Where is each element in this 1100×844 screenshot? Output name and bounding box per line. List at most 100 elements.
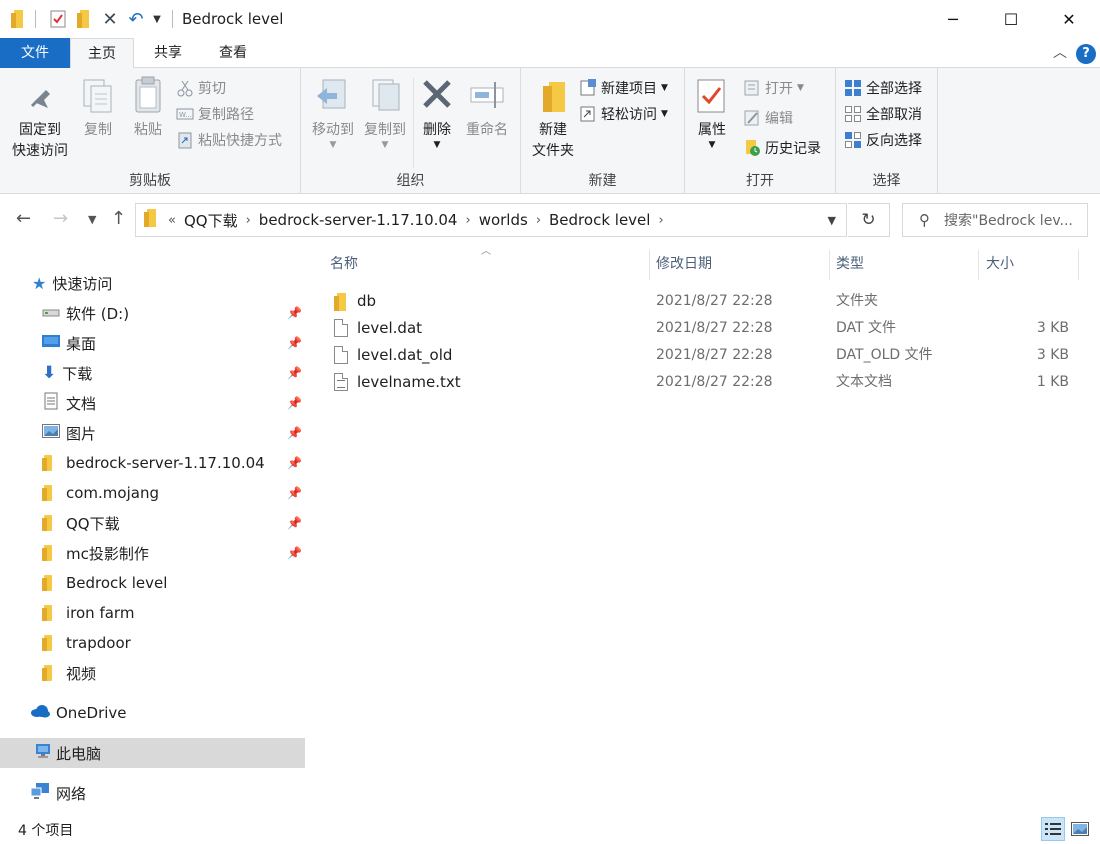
cut-button[interactable]: 剪切 <box>176 76 226 100</box>
nav-network[interactable]: 网络 <box>30 778 86 808</box>
pin-label-line2: 快速访问 <box>12 143 68 159</box>
nav-item-videos[interactable]: 视频 <box>0 658 305 688</box>
details-view-icon[interactable] <box>1041 817 1065 841</box>
nav-item-documents[interactable]: 文档 📌 <box>0 388 305 418</box>
history-button[interactable]: 历史记录 <box>743 136 821 160</box>
nav-item-com-mojang[interactable]: com.mojang 📌 <box>0 478 305 508</box>
nav-this-pc[interactable]: 此电脑 <box>0 738 305 768</box>
move-to-chevron-icon: ▼ <box>329 140 337 150</box>
open-button[interactable]: 打开 ▼ <box>743 76 804 100</box>
collapse-ribbon-chevron-icon[interactable]: ︿ <box>1053 42 1067 62</box>
move-to-icon <box>313 74 353 118</box>
pin-to-quick-access-button[interactable]: 固定到 快速访问 <box>8 74 72 162</box>
undo-quick-icon[interactable]: ↶ <box>126 8 146 30</box>
nav-item-trapdoor[interactable]: trapdoor <box>0 628 305 658</box>
nav-item-iron-farm[interactable]: iron farm <box>0 598 305 628</box>
nav-item-bedrock-server[interactable]: bedrock-server-1.17.10.04 📌 <box>0 448 305 478</box>
minimize-button[interactable]: ─ <box>924 0 982 38</box>
breadcrumb-chevron-icon[interactable]: › <box>246 213 251 228</box>
edit-button[interactable]: 编辑 <box>743 106 793 130</box>
copy-path-button[interactable]: W... 复制路径 <box>176 102 254 126</box>
breadcrumb-bedrock-server[interactable]: bedrock-server-1.17.10.04 <box>259 211 458 229</box>
move-to-button[interactable]: 移动到 ▼ <box>305 74 361 150</box>
easy-access-button[interactable]: 轻松访问 ▼ <box>579 102 668 126</box>
file-modified: 2021/8/27 22:28 <box>656 293 773 309</box>
file-row[interactable]: db 2021/8/27 22:28 文件夹 <box>306 288 1100 315</box>
copy-to-label: 复制到 <box>364 122 406 138</box>
rename-button[interactable]: 重命名 <box>461 74 513 141</box>
breadcrumb-bedrock-level[interactable]: Bedrock level <box>549 211 650 229</box>
paste-shortcut-button[interactable]: 粘贴快捷方式 <box>176 128 282 152</box>
file-type: 文本文档 <box>836 374 892 390</box>
nav-item-drive-d[interactable]: 软件 (D:) 📌 <box>0 298 305 328</box>
tab-share[interactable]: 共享 <box>136 38 200 68</box>
nav-item-desktop[interactable]: 桌面 📌 <box>0 328 305 358</box>
delete-button[interactable]: 删除 ▼ <box>417 74 457 150</box>
select-none-button[interactable]: 全部取消 <box>844 102 922 126</box>
tab-file[interactable]: 文件 <box>0 38 70 68</box>
nav-item-mc-projection[interactable]: mc投影制作 📌 <box>0 538 305 568</box>
maximize-button[interactable]: ☐ <box>982 0 1040 38</box>
address-history-chevron-icon[interactable]: ▼ <box>828 214 836 227</box>
properties-button[interactable]: 属性 ▼ <box>689 74 735 150</box>
nav-item-downloads[interactable]: ⬇ 下载 📌 <box>0 358 305 388</box>
new-folder-button[interactable]: 新建 文件夹 <box>525 74 581 162</box>
nav-item-bedrock-level[interactable]: Bedrock level <box>0 568 305 598</box>
column-header-name[interactable]: 名称 <box>306 246 649 282</box>
new-item-button[interactable]: 新建项目 ▼ <box>579 76 668 100</box>
pinned-icon: 📌 <box>287 486 302 500</box>
address-bar[interactable]: « QQ下载 › bedrock-server-1.17.10.04 › wor… <box>135 203 847 237</box>
refresh-icon[interactable]: ↻ <box>848 203 890 237</box>
properties-label: 属性 <box>698 122 726 138</box>
folder-icon <box>10 8 26 30</box>
column-header-type[interactable]: 类型 <box>812 246 962 282</box>
scissors-icon <box>176 79 194 97</box>
up-arrow-icon[interactable]: ↑ <box>111 208 126 229</box>
back-arrow-icon[interactable]: ← <box>16 208 31 229</box>
nav-item-label: iron farm <box>66 604 135 622</box>
tab-view[interactable]: 查看 <box>200 38 266 68</box>
breadcrumb-chevron-icon[interactable]: › <box>465 213 470 228</box>
close-button[interactable]: ✕ <box>1040 0 1098 38</box>
nav-item-qq-download[interactable]: QQ下载 📌 <box>0 508 305 538</box>
overflow-chevron-icon[interactable]: « <box>168 213 176 228</box>
column-header-size[interactable]: 大小 <box>962 246 1062 282</box>
file-row[interactable]: levelname.txt 2021/8/27 22:28 文本文档 1 KB <box>306 369 1100 396</box>
delete-quick-icon[interactable]: ✕ <box>100 8 120 30</box>
breadcrumb-chevron-icon[interactable]: › <box>536 213 541 228</box>
new-folder-quick-icon[interactable] <box>74 8 94 30</box>
search-input[interactable]: ⚲ 搜索"Bedrock lev... <box>902 203 1088 237</box>
pinned-icon: 📌 <box>287 546 302 560</box>
nav-onedrive[interactable]: OneDrive <box>30 698 127 728</box>
file-row[interactable]: level.dat_old 2021/8/27 22:28 DAT_OLD 文件… <box>306 342 1100 369</box>
copy-to-button[interactable]: 复制到 ▼ <box>357 74 413 150</box>
select-group-label: 选择 <box>872 173 901 189</box>
recent-locations-chevron-icon[interactable]: ▼ <box>88 213 96 226</box>
customize-quick-access-chevron-icon[interactable]: ▼ <box>150 8 164 30</box>
nav-item-label: mc投影制作 <box>66 544 149 563</box>
large-icons-view-icon[interactable] <box>1068 817 1092 841</box>
invert-selection-button[interactable]: 反向选择 <box>844 128 922 152</box>
help-icon[interactable]: ? <box>1076 44 1096 64</box>
nav-item-pictures[interactable]: 图片 📌 <box>0 418 305 448</box>
cut-label: 剪切 <box>198 81 226 97</box>
forward-arrow-icon[interactable]: → <box>53 208 68 229</box>
select-all-button[interactable]: 全部选择 <box>844 76 922 100</box>
history-icon <box>743 139 761 157</box>
tab-home[interactable]: 主页 <box>70 38 134 69</box>
breadcrumb-worlds[interactable]: worlds <box>479 211 528 229</box>
folder-icon <box>42 605 56 621</box>
breadcrumb-qq-download[interactable]: QQ下载 <box>184 210 238 231</box>
organize-separator <box>413 78 414 168</box>
copy-button[interactable]: 复制 <box>76 74 120 141</box>
ribbon-tabs: 文件 主页 共享 查看 ︿ ? <box>0 38 1100 69</box>
nav-quick-access[interactable]: ★ 快速访问 <box>32 268 112 298</box>
file-row[interactable]: level.dat 2021/8/27 22:28 DAT 文件 3 KB <box>306 315 1100 342</box>
column-separator[interactable] <box>1078 250 1079 280</box>
properties-quick-icon[interactable] <box>48 8 68 30</box>
nav-item-label: QQ下载 <box>66 514 120 533</box>
column-header-modified[interactable]: 修改日期 <box>632 246 812 282</box>
paste-button[interactable]: 粘贴 <box>126 74 170 141</box>
breadcrumb-chevron-icon[interactable]: › <box>658 213 663 228</box>
select-group: 全部选择 全部取消 反向选择 选择 <box>836 68 938 194</box>
